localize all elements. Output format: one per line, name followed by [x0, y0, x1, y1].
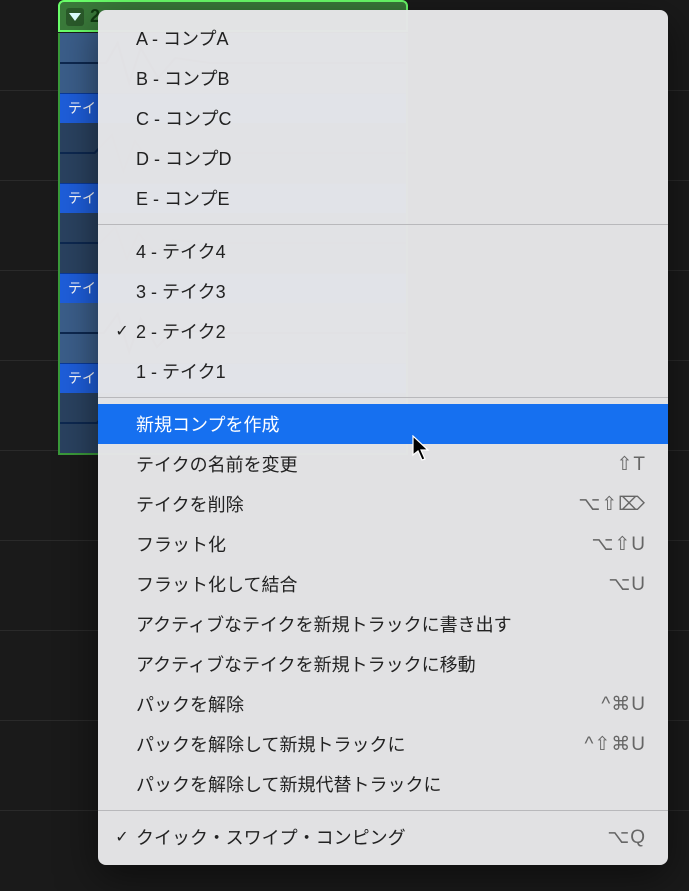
menu-item-comp-c[interactable]: C - コンプC — [98, 98, 668, 138]
menu-item-export-active-new-track[interactable]: アクティブなテイクを新規トラックに書き出す — [98, 604, 668, 644]
menu-separator — [98, 224, 668, 225]
menu-item-label: パックを解除して新規代替トラックに — [136, 771, 646, 797]
menu-shortcut: ⌥Q — [607, 826, 646, 849]
menu-item-comp-e[interactable]: E - コンプE — [98, 178, 668, 218]
menu-item-label: クイック・スワイプ・コンピング — [136, 824, 607, 850]
take-label-text: テイ — [68, 190, 96, 206]
menu-item-unpack-new-tracks[interactable]: パックを解除して新規トラックに ^⇧⌘U — [98, 724, 668, 764]
menu-item-unpack-new-alt-tracks[interactable]: パックを解除して新規代替トラックに — [98, 764, 668, 804]
menu-item-take-2[interactable]: ✓ 2 - テイク2 — [98, 311, 668, 351]
menu-item-comp-b[interactable]: B - コンプB — [98, 58, 668, 98]
menu-item-label: フラット化 — [136, 531, 591, 557]
menu-item-label: 4 - テイク4 — [136, 238, 646, 264]
menu-item-label: 新規コンプを作成 — [136, 411, 646, 437]
menu-shortcut: ⇧T — [616, 453, 646, 476]
menu-item-take-4[interactable]: 4 - テイク4 — [98, 231, 668, 271]
menu-item-comp-d[interactable]: D - コンプD — [98, 138, 668, 178]
menu-item-flatten[interactable]: フラット化 ⌥⇧U — [98, 524, 668, 564]
menu-separator — [98, 810, 668, 811]
menu-item-label: パックを解除して新規トラックに — [136, 731, 584, 757]
menu-item-rename-take[interactable]: テイクの名前を変更 ⇧T — [98, 444, 668, 484]
menu-item-new-comp[interactable]: 新規コンプを作成 — [98, 404, 668, 444]
menu-shortcut: ⌥⇧⌦ — [578, 493, 646, 516]
menu-item-label: アクティブなテイクを新規トラックに書き出す — [136, 611, 646, 637]
menu-item-unpack[interactable]: パックを解除 ^⌘U — [98, 684, 668, 724]
check-icon: ✓ — [108, 827, 136, 847]
menu-item-label: B - コンプB — [136, 65, 646, 91]
take-label-text: テイ — [68, 370, 96, 386]
menu-item-label: E - コンプE — [136, 185, 646, 211]
menu-item-flatten-merge[interactable]: フラット化して結合 ⌥U — [98, 564, 668, 604]
menu-item-move-active-new-track[interactable]: アクティブなテイクを新規トラックに移動 — [98, 644, 668, 684]
menu-item-label: アクティブなテイクを新規トラックに移動 — [136, 651, 646, 677]
take-label-text: テイ — [68, 100, 96, 116]
menu-item-quick-swipe-comping[interactable]: ✓ クイック・スワイプ・コンピング ⌥Q — [98, 817, 668, 857]
menu-item-label: テイクを削除 — [136, 491, 578, 517]
menu-item-label: C - コンプC — [136, 105, 646, 131]
menu-item-take-3[interactable]: 3 - テイク3 — [98, 271, 668, 311]
menu-item-label: パックを解除 — [136, 691, 601, 717]
menu-shortcut: ^⇧⌘U — [584, 733, 646, 756]
take-label-text: テイ — [68, 280, 96, 296]
menu-item-take-1[interactable]: 1 - テイク1 — [98, 351, 668, 391]
menu-item-label: 3 - テイク3 — [136, 278, 646, 304]
menu-separator — [98, 397, 668, 398]
menu-item-label: テイクの名前を変更 — [136, 451, 616, 477]
menu-shortcut: ^⌘U — [601, 693, 646, 716]
menu-item-label: フラット化して結合 — [136, 571, 608, 597]
menu-item-comp-a[interactable]: A - コンプA — [98, 18, 668, 58]
check-icon: ✓ — [108, 321, 136, 341]
menu-item-label: A - コンプA — [136, 25, 646, 51]
menu-item-delete-take[interactable]: テイクを削除 ⌥⇧⌦ — [98, 484, 668, 524]
menu-item-label: 2 - テイク2 — [136, 318, 646, 344]
take-folder-popup-menu: A - コンプA B - コンプB C - コンプC D - コンプD E - … — [98, 10, 668, 865]
menu-shortcut: ⌥⇧U — [591, 533, 646, 556]
menu-shortcut: ⌥U — [608, 573, 646, 596]
menu-item-label: 1 - テイク1 — [136, 358, 646, 384]
disclosure-triangle-icon[interactable] — [66, 8, 84, 26]
menu-item-label: D - コンプD — [136, 145, 646, 171]
